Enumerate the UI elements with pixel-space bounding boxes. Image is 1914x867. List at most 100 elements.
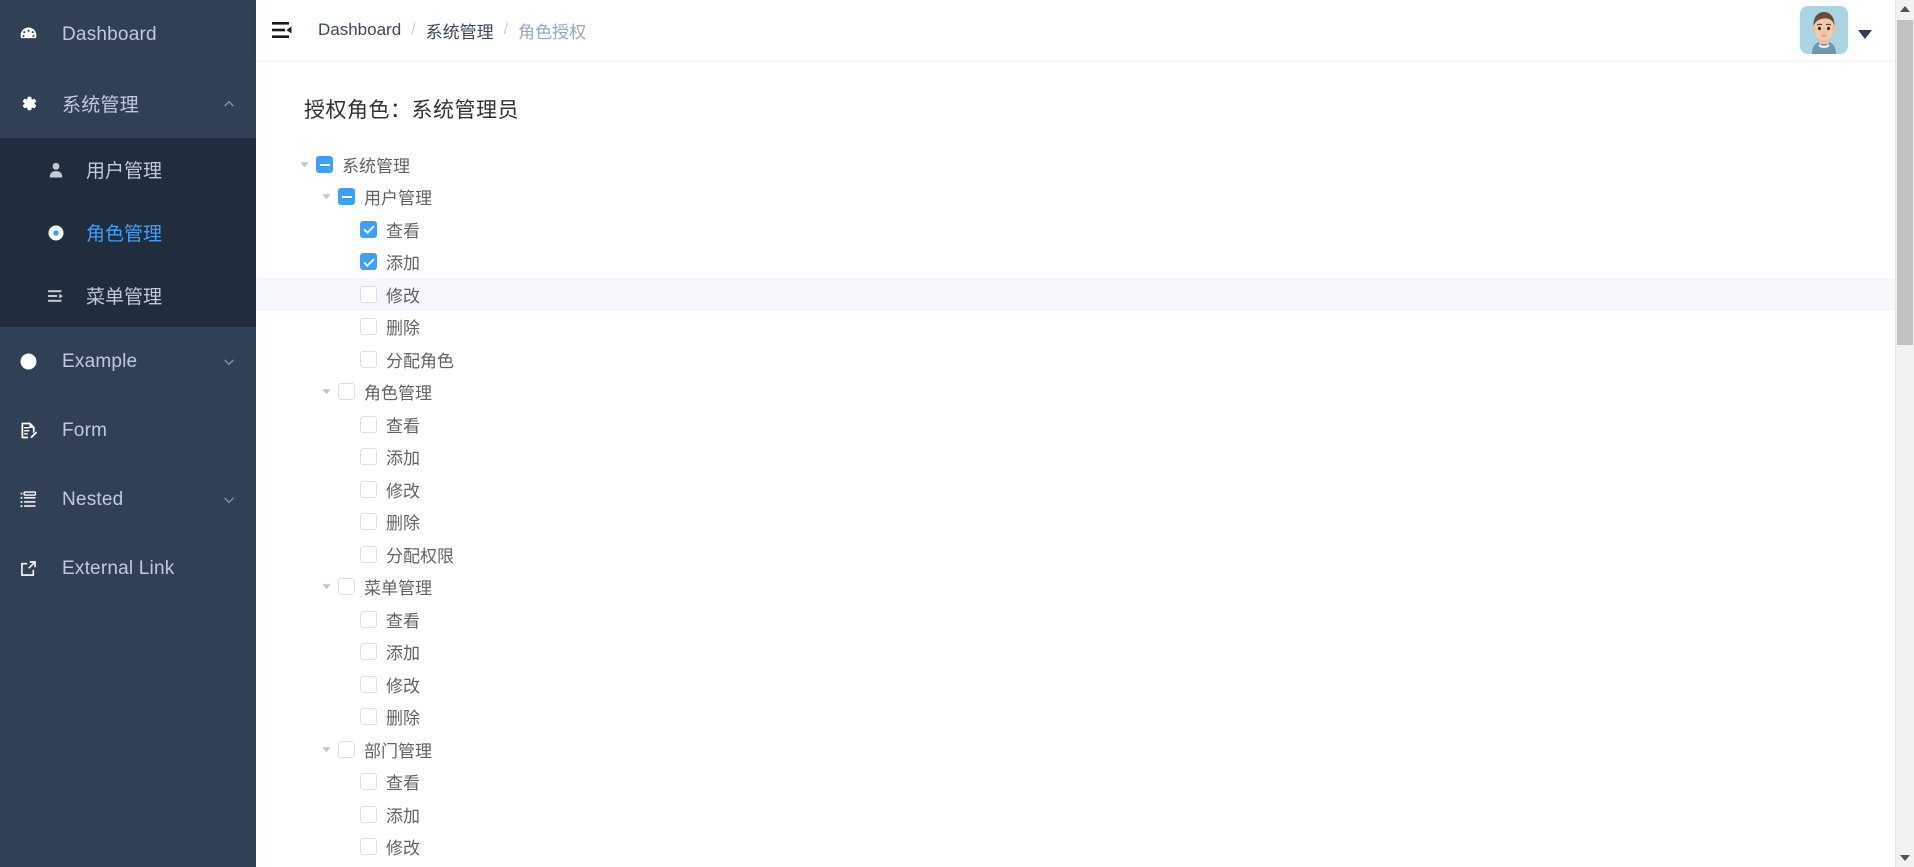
tree-node-label: 部门管理 xyxy=(364,741,432,761)
user-menu[interactable] xyxy=(1800,0,1872,60)
chevron-down-icon xyxy=(218,355,240,369)
nested-icon xyxy=(18,489,48,510)
tree-node[interactable]: 分配权限 xyxy=(256,538,1914,571)
permission-tree: 系统管理 用户管理 查看 添加 修改 删除 分配角色 角色管理 查看 添加 修改 删除 分配权限 菜单管理… xyxy=(256,148,1914,863)
tree-expand-caret-down-icon[interactable] xyxy=(314,191,338,202)
tree-checkbox[interactable] xyxy=(338,188,355,206)
hamburger-collapse-icon[interactable] xyxy=(256,0,310,60)
tree-node[interactable]: 查看 xyxy=(256,603,1914,636)
tree-checkbox[interactable] xyxy=(360,708,377,726)
tree-checkbox[interactable] xyxy=(360,285,377,303)
tree-checkbox[interactable] xyxy=(338,740,355,758)
sidebar-item-form[interactable]: Form xyxy=(0,396,256,465)
sidebar: Dashboard 系统管理用户管理角色管理菜单管理 Example Form Nest… xyxy=(0,0,256,867)
breadcrumb-item-1[interactable]: 系统管理 xyxy=(426,18,494,43)
role-icon xyxy=(42,223,70,243)
tree-node[interactable]: 删除 xyxy=(256,311,1914,344)
tree-node[interactable]: 用户管理 xyxy=(256,181,1914,214)
caret-down-icon[interactable] xyxy=(1858,29,1872,39)
tree-checkbox[interactable] xyxy=(360,773,377,791)
tree-node[interactable]: 分配角色 xyxy=(256,343,1914,376)
chevron-up-icon xyxy=(218,97,240,111)
tree-node-label: 添加 xyxy=(386,644,420,664)
breadcrumb-separator: / xyxy=(411,21,416,38)
tree-node[interactable]: 添加 xyxy=(256,798,1914,831)
external-link-icon xyxy=(18,558,48,579)
tree-checkbox[interactable] xyxy=(360,415,377,433)
tree-checkbox[interactable] xyxy=(338,578,355,596)
sidebar-item-label: Form xyxy=(62,419,108,441)
sidebar-item-nested[interactable]: Nested xyxy=(0,465,256,534)
tree-expand-caret-down-icon[interactable] xyxy=(292,159,316,170)
tree-node[interactable]: 添加 xyxy=(256,636,1914,669)
tree-node[interactable]: 部门管理 xyxy=(256,733,1914,766)
scroll-up-arrow[interactable] xyxy=(1896,0,1914,18)
scrollbar-thumb[interactable] xyxy=(1897,20,1913,345)
tree-node[interactable]: 修改 xyxy=(256,278,1914,311)
tree-checkbox[interactable] xyxy=(360,610,377,628)
user-avatar[interactable] xyxy=(1800,6,1848,54)
tree-node-label: 查看 xyxy=(386,221,420,241)
tree-node[interactable]: 添加 xyxy=(256,441,1914,474)
sidebar-item-label: Dashboard xyxy=(62,23,157,45)
tree-checkbox[interactable] xyxy=(360,480,377,498)
component-icon xyxy=(18,351,48,372)
tree-node-label: 删除 xyxy=(386,514,420,534)
user-icon xyxy=(42,160,70,180)
tree-checkbox[interactable] xyxy=(360,838,377,856)
tree-checkbox[interactable] xyxy=(316,155,333,173)
sidebar-subitem-用户管理[interactable]: 用户管理 xyxy=(0,138,256,201)
tree-expand-caret-down-icon[interactable] xyxy=(314,744,338,755)
tree-checkbox[interactable] xyxy=(360,643,377,661)
tree-checkbox[interactable] xyxy=(360,448,377,466)
tree-node[interactable]: 修改 xyxy=(256,831,1914,864)
tree-node[interactable]: 查看 xyxy=(256,408,1914,441)
sidebar-subitem-菜单管理[interactable]: 菜单管理 xyxy=(0,264,256,327)
tree-checkbox[interactable] xyxy=(360,805,377,823)
page-scrollbar[interactable] xyxy=(1895,0,1914,867)
tree-node-label: 删除 xyxy=(386,709,420,729)
tree-node-label: 修改 xyxy=(386,839,420,859)
breadcrumb-separator: / xyxy=(503,21,509,38)
tree-node-label: 删除 xyxy=(386,319,420,339)
tree-node[interactable]: 角色管理 xyxy=(256,376,1914,409)
sidebar-subitem-label: 菜单管理 xyxy=(86,287,163,308)
sidebar-subitem-label: 角色管理 xyxy=(86,224,163,245)
tree-node[interactable]: 修改 xyxy=(256,473,1914,506)
tree-node-label: 查看 xyxy=(386,774,420,794)
sidebar-item-label: Example xyxy=(62,350,138,372)
tree-node[interactable]: 删除 xyxy=(256,506,1914,539)
gear-icon xyxy=(18,93,48,114)
tree-node[interactable]: 添加 xyxy=(256,246,1914,279)
breadcrumb-item-0[interactable]: Dashboard xyxy=(318,20,401,40)
tree-checkbox[interactable] xyxy=(360,220,377,238)
tree-node[interactable]: 修改 xyxy=(256,668,1914,701)
tree-node[interactable]: 查看 xyxy=(256,213,1914,246)
tree-checkbox[interactable] xyxy=(360,253,377,271)
sidebar-item-系统管理[interactable]: 系统管理 xyxy=(0,69,256,138)
sidebar-item-dashboard[interactable]: Dashboard xyxy=(0,0,256,69)
sidebar-item-label: 系统管理 xyxy=(62,95,139,116)
sidebar-subitem-角色管理[interactable]: 角色管理 xyxy=(0,201,256,264)
tree-checkbox[interactable] xyxy=(338,383,355,401)
tree-node[interactable]: 系统管理 xyxy=(256,148,1914,181)
main-area: Dashboard / 系统管理 / 角色授权 授权角色：系统管理员 系统管理 … xyxy=(256,0,1914,867)
menu-list-icon xyxy=(42,286,70,306)
tree-node-label: 查看 xyxy=(386,611,420,631)
tree-checkbox[interactable] xyxy=(360,513,377,531)
tree-expand-caret-down-icon[interactable] xyxy=(314,386,338,397)
scroll-down-arrow[interactable] xyxy=(1896,849,1914,867)
content-panel: 授权角色：系统管理员 系统管理 用户管理 查看 添加 修改 删除 分配角色 角色管理 查看 添加修… xyxy=(256,60,1914,867)
tree-checkbox[interactable] xyxy=(360,545,377,563)
sidebar-item-example[interactable]: Example xyxy=(0,327,256,396)
tree-checkbox[interactable] xyxy=(360,675,377,693)
tree-node[interactable]: 菜单管理 xyxy=(256,571,1914,604)
tree-node[interactable]: 删除 xyxy=(256,701,1914,734)
tree-node[interactable]: 查看 xyxy=(256,766,1914,799)
tree-checkbox[interactable] xyxy=(360,350,377,368)
tree-expand-caret-down-icon[interactable] xyxy=(314,581,338,592)
tree-checkbox[interactable] xyxy=(360,318,377,336)
scroll-down-arrow-glyph xyxy=(1900,855,1910,861)
sidebar-item-external-link[interactable]: External Link xyxy=(0,534,256,603)
dashboard-icon xyxy=(18,24,48,45)
